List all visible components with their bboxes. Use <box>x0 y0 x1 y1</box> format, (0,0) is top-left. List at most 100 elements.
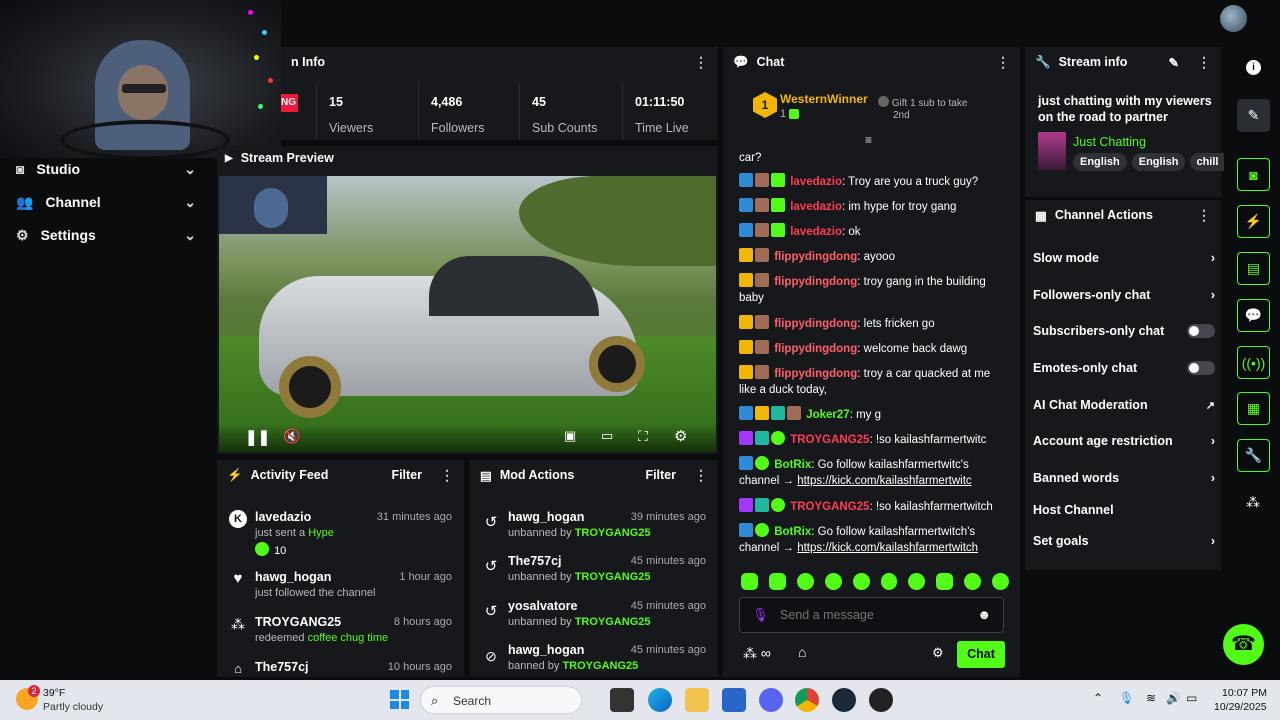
mute-icon[interactable]: 🔇 <box>283 428 300 445</box>
mic-icon[interactable]: 🎙 <box>1119 691 1134 705</box>
discord-icon[interactable] <box>759 688 783 712</box>
chat-username[interactable]: flippydingdong <box>774 343 857 355</box>
chat-link[interactable]: https://kick.com/kailashfarmertwitch <box>797 542 978 554</box>
pencil-icon[interactable]: ✎ <box>1169 55 1179 70</box>
edge-icon[interactable] <box>648 688 672 712</box>
chat-username[interactable]: TROYGANG25 <box>790 501 869 513</box>
mod-user[interactable]: yosalvatore <box>508 599 577 613</box>
store-icon[interactable] <box>722 688 746 712</box>
nav-studio[interactable]: ◙ Studio ⌄ <box>0 154 210 184</box>
chat-username[interactable]: flippydingdong <box>774 251 857 263</box>
broadcast-rail-icon[interactable]: ((•)) <box>1237 346 1270 379</box>
kebab-menu-icon[interactable]: ⋮ <box>440 467 454 484</box>
chat-username[interactable]: flippydingdong <box>774 318 857 330</box>
emote-icon[interactable] <box>796 573 814 590</box>
tag[interactable]: English <box>1131 153 1186 171</box>
kebab-menu-icon[interactable]: ⋮ <box>1197 54 1211 71</box>
mod-rail-icon[interactable]: ▦ <box>1237 392 1270 425</box>
gear-icon[interactable]: ⚙ <box>932 645 944 661</box>
studio-rail-icon[interactable]: ◙ <box>1237 158 1270 191</box>
emoji-icon[interactable]: ☻ <box>977 607 991 622</box>
emote-icon[interactable] <box>880 573 898 590</box>
gift-sub-prompt[interactable]: Gift 1 sub to take 2nd <box>878 96 967 122</box>
category-thumb[interactable] <box>1038 132 1066 170</box>
points-icon[interactable]: ⁂ ∞ <box>743 645 771 662</box>
action-followers-only[interactable]: Followers-only chat › <box>1033 288 1215 302</box>
emote-icon[interactable] <box>964 573 982 590</box>
emote-icon[interactable] <box>852 573 870 590</box>
log-rail-icon[interactable]: ▤ <box>1237 252 1270 285</box>
chat-username[interactable]: lavedazio <box>790 226 842 238</box>
kebab-menu-icon[interactable]: ⋮ <box>996 54 1010 71</box>
filter-button[interactable]: Filter <box>391 468 422 482</box>
action-account-age[interactable]: Account age restriction › <box>1033 434 1215 448</box>
app-icon[interactable] <box>869 688 893 712</box>
tag[interactable]: English <box>1073 153 1127 171</box>
kebab-menu-icon[interactable]: ⋮ <box>694 54 708 71</box>
nav-settings[interactable]: ⚙ Settings ⌄ <box>0 220 210 250</box>
chat-username[interactable]: BotRix <box>774 459 811 471</box>
chrome-icon[interactable] <box>795 688 819 712</box>
action-slow-mode[interactable]: Slow mode › <box>1033 251 1215 265</box>
emotes-only-toggle[interactable] <box>1187 361 1215 375</box>
volume-icon[interactable]: 🔊 <box>1166 691 1181 705</box>
stream-video[interactable]: ❚❚ 🔇 ▣ ▭ ⛶ ⚙ <box>219 176 716 452</box>
chat-username[interactable]: flippydingdong <box>774 276 857 288</box>
battery-icon[interactable]: ▭ <box>1186 691 1197 705</box>
emote-icon[interactable] <box>992 573 1010 590</box>
clock-date[interactable]: 10/29/2025 <box>1214 701 1267 713</box>
file-manager-icon[interactable] <box>610 688 634 712</box>
emote-icon[interactable] <box>741 573 758 590</box>
chat-username[interactable]: BotRix <box>774 526 811 538</box>
emote-icon[interactable] <box>936 573 954 590</box>
pause-icon[interactable]: ❚❚ <box>245 428 270 446</box>
emote-icon[interactable] <box>908 573 926 590</box>
chat-username[interactable]: flippydingdong <box>774 368 857 380</box>
chevron-up-icon[interactable]: ⌃ <box>1093 691 1103 705</box>
support-button[interactable]: ☎ <box>1223 624 1264 665</box>
folder-icon[interactable] <box>685 688 709 712</box>
emote-icon[interactable] <box>824 573 842 590</box>
store-icon[interactable]: ⌂ <box>798 644 806 660</box>
chat-username[interactable]: Joker27 <box>806 409 849 421</box>
chat-link[interactable]: https://kick.com/kailashfarmertwitc <box>797 475 971 487</box>
kebab-menu-icon[interactable]: ⋮ <box>694 467 708 484</box>
steam-icon[interactable] <box>832 688 856 712</box>
chat-username[interactable]: lavedazio <box>790 176 842 188</box>
chat-rail-icon[interactable]: 💬 <box>1237 299 1270 332</box>
pip-icon[interactable]: ▣ <box>564 428 576 444</box>
tag[interactable]: chill <box>1190 153 1225 171</box>
mod-user[interactable]: hawg_hogan <box>508 643 584 657</box>
wrench-rail-icon[interactable]: 🔧 <box>1237 439 1270 472</box>
chat-send-button[interactable]: Chat <box>957 641 1005 668</box>
kebab-menu-icon[interactable]: ⋮ <box>1197 207 1211 224</box>
clock-time[interactable]: 10:07 PM <box>1222 687 1267 699</box>
filter-button[interactable]: Filter <box>645 468 676 482</box>
gifter-name[interactable]: WesternWinner <box>780 92 868 106</box>
taskbar-search[interactable]: ⌕ Search <box>420 686 582 714</box>
action-banned-words[interactable]: Banned words › <box>1033 471 1215 485</box>
info-icon[interactable]: i <box>1246 60 1261 75</box>
subscribers-only-toggle[interactable] <box>1187 324 1215 338</box>
chat-input-box[interactable]: 🎙 ☻ <box>739 597 1004 633</box>
gear-icon[interactable]: ⚙ <box>674 427 687 445</box>
mod-user[interactable]: hawg_hogan <box>508 510 584 524</box>
action-ai-moderation[interactable]: AI Chat Moderation ↗ <box>1033 398 1215 412</box>
mod-user[interactable]: The757cj <box>508 554 562 568</box>
mic-icon[interactable]: 🎙 <box>752 607 769 623</box>
user-avatar[interactable] <box>1220 5 1247 32</box>
chat-username[interactable]: TROYGANG25 <box>790 434 869 446</box>
edit-layout-icon[interactable]: ✎ <box>1237 99 1270 132</box>
category-name[interactable]: Just Chatting <box>1073 135 1146 149</box>
points-rail-icon[interactable]: ⁂ <box>1246 494 1260 511</box>
bolt-rail-icon[interactable]: ⚡ <box>1237 205 1270 238</box>
theater-icon[interactable]: ▭ <box>601 428 613 444</box>
nav-channel[interactable]: 👥 Channel ⌄ <box>0 187 210 217</box>
fullscreen-icon[interactable]: ⛶ <box>638 428 648 445</box>
emote-icon[interactable] <box>768 573 786 590</box>
wifi-icon[interactable]: ≋ <box>1146 691 1156 705</box>
action-host-channel[interactable]: Host Channel <box>1033 503 1215 517</box>
windows-start-icon[interactable] <box>390 690 409 709</box>
chat-username[interactable]: lavedazio <box>790 201 842 213</box>
chat-input[interactable] <box>780 606 970 624</box>
